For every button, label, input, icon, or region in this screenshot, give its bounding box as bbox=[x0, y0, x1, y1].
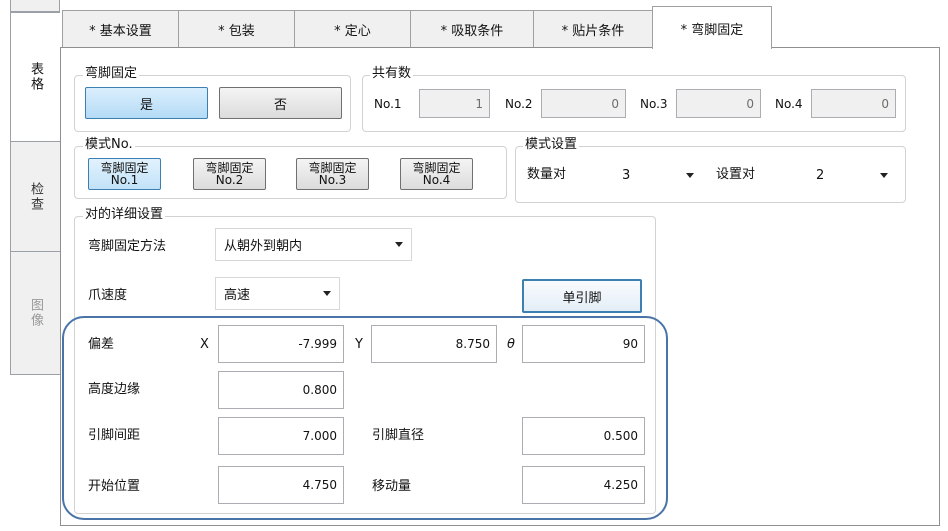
height-edge-field[interactable]: 0.800 bbox=[218, 371, 344, 409]
set-pair-select[interactable]: 2 bbox=[808, 160, 896, 190]
clinch-method-label: 弯脚固定方法 bbox=[88, 239, 167, 254]
shared-no3-field[interactable]: 0 bbox=[676, 89, 761, 118]
pattern-no1-line2: No.1 bbox=[110, 173, 139, 187]
side-tab-inspect-label: 检查 bbox=[28, 181, 43, 212]
start-position-label: 开始位置 bbox=[88, 479, 141, 494]
move-amount-field[interactable]: 4.250 bbox=[522, 466, 645, 504]
pattern-no-group-label: 模式No. bbox=[83, 137, 135, 152]
tab-pickup-conditions[interactable]: * 吸取条件 bbox=[410, 10, 534, 48]
pattern-no2-button[interactable]: 弯脚固定 No.2 bbox=[193, 158, 266, 190]
side-tab-top-edge bbox=[10, 0, 60, 12]
chevron-down-icon bbox=[395, 242, 403, 247]
lead-diameter-field[interactable]: 0.500 bbox=[522, 417, 645, 455]
tab-basic-settings[interactable]: * 基本设置 bbox=[62, 10, 179, 48]
set-pair-label: 设置对 bbox=[716, 167, 756, 182]
pattern-settings-group-label: 模式设置 bbox=[523, 137, 580, 152]
offset-x-field[interactable]: -7.999 bbox=[218, 325, 344, 363]
chevron-down-icon bbox=[880, 172, 888, 178]
chevron-down-icon bbox=[323, 291, 331, 296]
lead-pitch-field[interactable]: 7.000 bbox=[218, 417, 344, 455]
pattern-no3-line2: No.3 bbox=[318, 173, 347, 187]
claw-speed-select[interactable]: 高速 bbox=[215, 277, 340, 310]
lead-clinch-yes-button[interactable]: 是 bbox=[85, 87, 208, 119]
shared-no3-label: No.3 bbox=[640, 97, 668, 111]
single-lead-button[interactable]: 单引脚 bbox=[522, 279, 642, 313]
tab-lead-clinch[interactable]: * 弯脚固定 bbox=[652, 6, 772, 49]
offset-x-label: X bbox=[200, 337, 209, 352]
tab-packaging[interactable]: * 包装 bbox=[178, 10, 295, 48]
pair-count-select[interactable]: 3 bbox=[614, 160, 702, 190]
pair-count-label: 数量对 bbox=[527, 167, 567, 182]
set-pair-value: 2 bbox=[816, 167, 825, 183]
clinch-method-select[interactable]: 从朝外到朝内 bbox=[215, 228, 412, 261]
shared-no4-label: No.4 bbox=[775, 97, 803, 111]
move-amount-label: 移动量 bbox=[372, 479, 412, 494]
side-tab-table-label: 表格 bbox=[28, 62, 43, 92]
lead-clinch-group-label: 弯脚固定 bbox=[83, 66, 140, 81]
pattern-no1-button[interactable]: 弯脚固定 No.1 bbox=[88, 158, 161, 190]
shared-no4-field[interactable]: 0 bbox=[811, 89, 896, 118]
claw-speed-value: 高速 bbox=[224, 288, 251, 303]
offset-label: 偏差 bbox=[88, 337, 115, 352]
lead-diameter-label: 引脚直径 bbox=[372, 428, 425, 443]
side-tab-image-label: 图像 bbox=[28, 298, 43, 328]
clinch-method-value: 从朝外到朝内 bbox=[224, 239, 303, 254]
pair-count-value: 3 bbox=[622, 167, 631, 183]
shared-count-group-label: 共有数 bbox=[370, 66, 414, 81]
shared-no2-field[interactable]: 0 bbox=[541, 89, 626, 118]
side-tab-image[interactable]: 图像 bbox=[10, 251, 60, 375]
claw-speed-label: 爪速度 bbox=[88, 288, 128, 303]
pattern-no2-line2: No.2 bbox=[215, 173, 244, 187]
offset-y-label: Y bbox=[355, 337, 363, 352]
lead-pitch-label: 引脚间距 bbox=[88, 428, 141, 443]
pattern-no3-button[interactable]: 弯脚固定 No.3 bbox=[296, 158, 369, 190]
pattern-no4-button[interactable]: 弯脚固定 No.4 bbox=[400, 158, 473, 190]
chevron-down-icon bbox=[686, 172, 694, 178]
start-position-field[interactable]: 4.750 bbox=[218, 466, 344, 504]
side-tab-table[interactable]: 表格 bbox=[10, 12, 60, 142]
offset-y-field[interactable]: 8.750 bbox=[371, 325, 497, 363]
shared-no2-label: No.2 bbox=[505, 97, 533, 111]
pattern-no4-line2: No.4 bbox=[422, 173, 451, 187]
tab-placement-conditions[interactable]: * 贴片条件 bbox=[533, 10, 653, 48]
offset-theta-field[interactable]: 90 bbox=[522, 325, 645, 363]
lead-clinch-no-button[interactable]: 否 bbox=[219, 87, 342, 119]
pair-detail-group-label: 对的详细设置 bbox=[83, 207, 166, 222]
side-tab-inspect[interactable]: 检查 bbox=[10, 141, 60, 252]
offset-theta-label: θ bbox=[507, 337, 515, 352]
shared-no1-field[interactable]: 1 bbox=[419, 89, 490, 118]
shared-no1-label: No.1 bbox=[374, 97, 402, 111]
tab-centering[interactable]: * 定心 bbox=[294, 10, 411, 48]
height-edge-label: 高度边缘 bbox=[88, 382, 141, 397]
